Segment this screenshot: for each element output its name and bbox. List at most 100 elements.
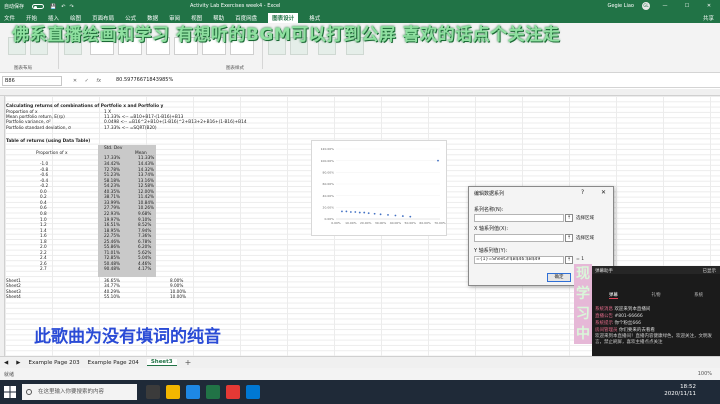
table-cell[interactable]: 2.4 [40,255,47,260]
series-name-input[interactable] [474,214,564,222]
scatter-point[interactable] [358,211,361,214]
maximize-icon[interactable]: ☐ [680,3,694,9]
cell-value[interactable]: 0.0498 <-- =B16^2+B10+(1-B16)^2+B13+2+B1… [104,120,247,125]
table-cell[interactable]: 9.10% [138,217,151,222]
table-header-std[interactable]: Std. Dev [104,146,122,151]
table-cell[interactable]: 50.48% [104,261,120,266]
sheet-row-cell[interactable]: Sheet1 [6,278,21,283]
scatter-point[interactable] [379,213,382,216]
cancel-icon[interactable]: ✕ [73,78,77,84]
table-cell[interactable]: 33.99% [104,200,120,205]
table-cell[interactable]: 14.43% [138,161,154,166]
sheet-row-cell[interactable]: 36.65% [104,278,120,283]
share-button[interactable]: 共享 [703,14,714,22]
table-cell[interactable]: 1.4 [40,228,47,233]
table-cell[interactable]: 13.74% [138,172,154,177]
table-cell[interactable]: 72.78% [104,167,120,172]
table-cell[interactable]: 1.2 [40,222,47,227]
file-explorer-icon[interactable] [166,385,180,399]
cell-value[interactable]: 17.33% <-- =SQRT(B20) [104,126,157,131]
sheet-row-cell[interactable]: 40.29% [104,289,120,294]
range-select-icon[interactable]: ⇡ [565,234,573,242]
table-cell[interactable]: 12.00% [138,189,154,194]
close-icon[interactable]: ✕ [601,189,606,196]
table-cell[interactable]: 0.2 [40,194,47,199]
table-cell[interactable]: 22.93% [104,211,120,216]
cell-label[interactable]: Portfolio variance, σ² [6,120,51,125]
table-cell[interactable]: 8.52% [138,222,151,227]
name-box[interactable]: B86 [2,75,62,86]
table-cell[interactable]: 0.8 [40,211,47,216]
range-select-icon[interactable]: ⇡ [565,214,573,222]
range-select-icon[interactable]: ⇡ [565,256,573,264]
zoom-level[interactable]: 100% [698,371,712,377]
edge-icon[interactable] [186,385,200,399]
table-cell[interactable]: 14.32% [138,167,154,172]
table-cell[interactable]: 1.8 [40,239,47,244]
scatter-point[interactable] [373,212,376,215]
scatter-point[interactable] [354,211,357,213]
table-cell[interactable]: 13.16% [138,178,154,183]
scatter-point[interactable] [345,210,348,213]
table-cell[interactable]: 72.85% [104,255,120,260]
table-cell[interactable]: 4.17% [138,266,151,271]
scatter-point[interactable] [349,211,352,213]
table-cell[interactable]: 71.01% [104,250,120,255]
table-cell[interactable]: 11.42% [138,194,154,199]
table-cell[interactable]: 12.58% [138,183,154,188]
sheet-tab-sheet3[interactable]: Sheet3 [146,359,177,366]
table-cell[interactable]: 7.94% [138,228,151,233]
scatter-point[interactable] [367,212,370,215]
scatter-point[interactable] [363,211,366,214]
table-cell[interactable]: -0.2 [40,183,48,188]
table-cell[interactable]: 5.62% [138,250,151,255]
table-cell[interactable]: 58.18% [104,178,120,183]
app-icon[interactable] [246,385,260,399]
table-cell[interactable]: -1.0 [40,161,48,166]
fx-icon[interactable]: fx [96,78,101,84]
scatter-point[interactable] [409,215,412,218]
y-values-input[interactable]: ={1}=Sheet3!$B$46:$B$49 [474,256,564,264]
table-cell[interactable]: 55.86% [104,244,120,249]
table-cell[interactable]: 16.51% [104,222,120,227]
table-cell[interactable]: 6.20% [138,244,151,249]
undo-icon[interactable]: ↶ [61,4,65,10]
table-cell[interactable]: 2.2 [40,250,47,255]
help-icon[interactable]: ? [581,189,584,196]
prev-sheet-icon[interactable]: ◀ [4,360,8,366]
formula-input[interactable]: 80.59776671843985% [112,76,720,86]
redo-icon[interactable]: ↷ [69,4,73,10]
table-cell[interactable]: 22.75% [104,233,120,238]
sheet-row-cell[interactable]: Sheet2 [6,283,21,288]
confirm-icon[interactable]: ✓ [85,78,89,84]
save-icon[interactable]: 💾 [50,4,56,10]
table-cell[interactable]: 0.4 [40,200,47,205]
table-cell[interactable]: 40.35% [104,189,120,194]
windows-start-icon[interactable] [4,386,16,398]
sheet-row-cell[interactable]: 10.00% [170,289,186,294]
scatter-point[interactable] [401,215,404,217]
table-cell[interactable]: 51.23% [104,172,120,177]
table-cell[interactable]: -0.8 [40,167,48,172]
app-icon[interactable] [226,385,240,399]
table-cell[interactable]: 9.68% [138,211,151,216]
table-cell[interactable]: 10.84% [138,200,154,205]
cell-label[interactable]: Portfolio standard deviation, σ [6,126,71,131]
table-cell[interactable]: 10.26% [138,205,154,210]
chat-status[interactable]: 已显示 [703,268,717,274]
table-cell[interactable]: 4.46% [138,261,151,266]
autosave-toggle[interactable] [32,4,45,9]
table-cell[interactable]: 34.42% [104,161,120,166]
table-cell[interactable]: 2.6 [40,261,47,266]
sheet-tab-page-203[interactable]: Example Page 203 [28,360,79,366]
chat-tab-danmaku[interactable]: 弹幕 [608,292,618,299]
table-cell[interactable]: 54.23% [104,183,120,188]
sheet-row-cell[interactable]: Sheet4 [6,294,21,299]
excel-icon[interactable] [206,385,220,399]
sheet-row-cell[interactable]: 10.00% [170,294,186,299]
add-sheet-button[interactable]: + [185,358,192,367]
sheet-row-cell[interactable]: 55.10% [104,294,120,299]
table-cell[interactable]: 7.36% [138,233,151,238]
column-headers[interactable] [0,89,720,96]
table-cell[interactable]: 25.46% [104,239,120,244]
